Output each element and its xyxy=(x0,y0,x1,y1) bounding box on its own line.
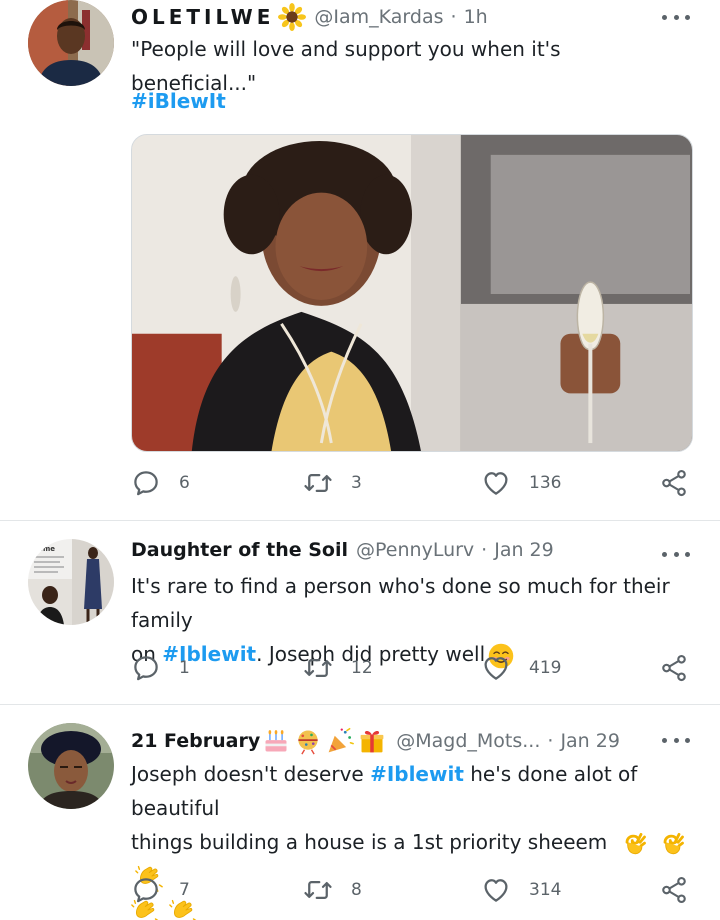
reply-icon xyxy=(131,875,161,905)
display-name[interactable]: Daughter of the Soil xyxy=(131,539,348,561)
reply-button[interactable]: 1 xyxy=(131,651,190,685)
share-button[interactable] xyxy=(659,466,689,500)
share-icon xyxy=(659,653,689,683)
like-count: 314 xyxy=(529,880,562,900)
sunflower-emoji xyxy=(278,3,306,31)
like-icon xyxy=(481,875,511,905)
tweet-2[interactable]: some Daughter of the Soil @PennyLurv · J… xyxy=(0,521,720,704)
avatar[interactable] xyxy=(28,723,114,809)
display-name[interactable]: 21 February xyxy=(131,730,260,752)
tweet-actions: 6 3 136 xyxy=(131,466,693,500)
text-fragment: Joseph doesn't deserve xyxy=(131,762,371,786)
tweet-actions: 7 8 314 xyxy=(131,873,693,907)
ok-hand-emoji xyxy=(658,830,686,858)
tweet-1[interactable]: OLETILWE @Iam_Kardas · 1h "People will l… xyxy=(0,0,720,520)
like-icon xyxy=(481,468,511,498)
wrapped-gift-emoji xyxy=(358,727,386,755)
reply-button[interactable]: 6 xyxy=(131,466,190,500)
birthday-cake-emoji xyxy=(262,727,290,755)
reply-button[interactable]: 7 xyxy=(131,873,190,907)
reply-count: 6 xyxy=(179,473,190,493)
retweet-icon xyxy=(303,875,333,905)
ok-hand-emoji xyxy=(620,830,648,858)
timestamp[interactable]: Jan 29 xyxy=(560,730,620,752)
retweet-count: 3 xyxy=(351,473,362,493)
timestamp[interactable]: Jan 29 xyxy=(494,539,554,561)
retweet-icon xyxy=(303,653,333,683)
user-handle[interactable]: @Magd_Mots... xyxy=(396,730,540,752)
more-options-icon[interactable] xyxy=(662,12,690,22)
retweet-icon xyxy=(303,468,333,498)
party-popper-emoji xyxy=(326,727,354,755)
separator-dot: · xyxy=(547,730,554,752)
like-button[interactable]: 136 xyxy=(481,466,561,500)
tweet-text-line: It's rare to find a person who's done so… xyxy=(131,574,670,632)
more-options-icon[interactable] xyxy=(662,735,690,745)
tweet-actions: 1 12 419 xyxy=(131,651,693,685)
share-icon xyxy=(659,875,689,905)
share-icon xyxy=(659,468,689,498)
more-options-icon[interactable] xyxy=(662,549,690,559)
separator-dot: · xyxy=(450,6,457,28)
hashtag-link[interactable]: #iBlewIt xyxy=(131,89,226,113)
user-handle[interactable]: @PennyLurv xyxy=(356,539,474,561)
confetti-ball-emoji xyxy=(294,727,322,755)
display-name[interactable]: OLETILWE xyxy=(131,5,274,29)
reply-icon xyxy=(131,653,161,683)
retweet-button[interactable]: 3 xyxy=(303,466,362,500)
like-button[interactable]: 419 xyxy=(481,651,561,685)
like-count: 419 xyxy=(529,658,562,678)
retweet-count: 8 xyxy=(351,880,362,900)
user-handle[interactable]: @Iam_Kardas xyxy=(314,6,443,28)
hashtag-line: #iBlewIt xyxy=(131,84,690,118)
retweet-button[interactable]: 8 xyxy=(303,873,362,907)
avatar[interactable] xyxy=(28,0,114,86)
reply-count: 1 xyxy=(179,658,190,678)
share-button[interactable] xyxy=(659,651,689,685)
tweet-header: OLETILWE @Iam_Kardas · 1h xyxy=(131,2,690,32)
svg-text:some: some xyxy=(34,545,55,553)
avatar[interactable]: some xyxy=(28,539,114,625)
timestamp[interactable]: 1h xyxy=(464,6,488,28)
text-fragment: things building a house is a 1st priorit… xyxy=(131,830,608,854)
tweet-text-line: Joseph doesn't deserve #Iblewit he's don… xyxy=(131,757,690,825)
retweet-count: 12 xyxy=(351,658,373,678)
separator-dot: · xyxy=(481,539,488,561)
tweet-header: 21 February @Magd_Mots... · Jan 29 xyxy=(131,723,690,759)
retweet-button[interactable]: 12 xyxy=(303,651,373,685)
like-button[interactable]: 314 xyxy=(481,873,561,907)
share-button[interactable] xyxy=(659,873,689,907)
hashtag-link[interactable]: #Iblewit xyxy=(370,762,464,786)
tweet-header: Daughter of the Soil @PennyLurv · Jan 29 xyxy=(131,535,690,565)
reply-icon xyxy=(131,468,161,498)
reply-count: 7 xyxy=(179,880,190,900)
tweet-3[interactable]: 21 February @Magd_Mots... · Jan 29 Josep… xyxy=(0,705,720,920)
like-count: 136 xyxy=(529,473,562,493)
tweet-media-image[interactable] xyxy=(131,134,693,452)
like-icon xyxy=(481,653,511,683)
